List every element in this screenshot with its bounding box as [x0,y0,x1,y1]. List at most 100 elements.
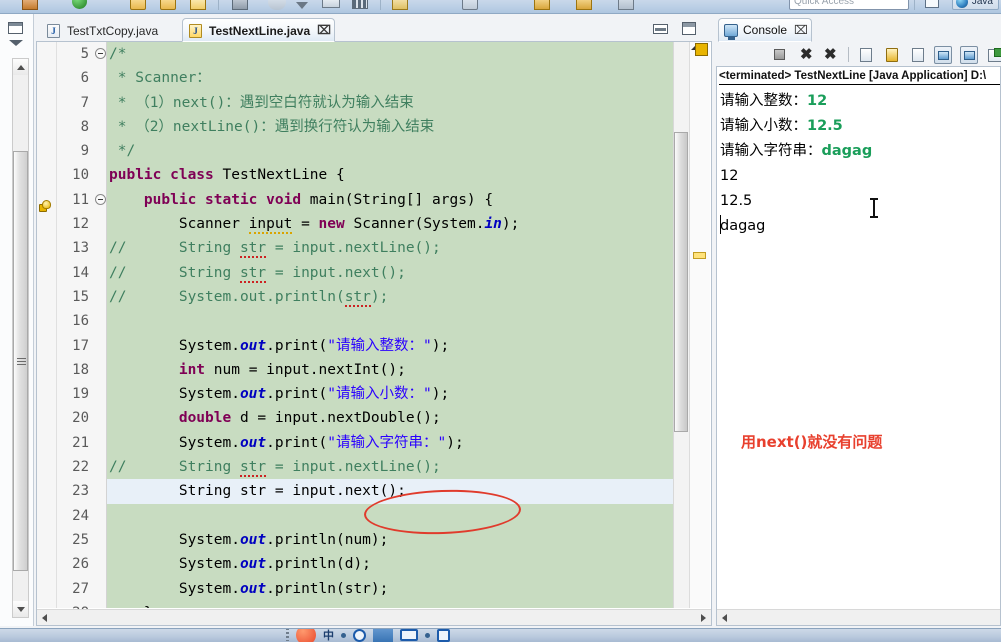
open-folder-icon[interactable] [130,0,146,10]
scroll-down-arrow-icon[interactable] [13,601,28,617]
open-perspective-icon[interactable] [925,0,939,8]
code-token: System. [109,531,240,548]
maximize-icon[interactable] [682,22,696,35]
scroll-up-arrow-icon[interactable] [13,59,28,75]
code-line[interactable] [107,309,691,333]
annotation-ruler[interactable] [37,42,57,608]
ime-punctuation-icon[interactable] [353,629,366,642]
terminate-icon[interactable] [774,49,785,60]
ime-settings-icon[interactable] [437,629,450,642]
ime-toolbox-icon[interactable] [373,629,393,642]
code-line-current[interactable]: String str = input.next(); [107,479,691,504]
code-line[interactable]: double d = input.nextDouble(); [107,406,691,430]
forward-icon[interactable] [618,0,634,10]
overview-warning-marker[interactable] [693,252,706,259]
fold-collapse-icon[interactable] [95,48,106,59]
table-icon[interactable] [352,0,368,9]
code-line[interactable]: System.out.println(num); [107,528,691,552]
scrollbar-thumb[interactable] [13,151,28,571]
console-output-area[interactable]: <terminated> TestNextLine [Java Applicat… [716,66,1001,626]
close-icon[interactable]: ⌧ [794,24,808,36]
ime-logo-icon[interactable] [296,629,316,642]
code-line[interactable]: System.out.println(d); [107,552,691,576]
scroll-left-arrow-icon[interactable] [717,610,733,625]
editor-tab-testtxtcopy[interactable]: J TestTxtCopy.java [40,18,167,42]
clear-console-icon[interactable] [860,48,872,62]
scrollbar-thumb[interactable] [674,132,688,432]
quick-access-input[interactable]: Quick Access [789,0,909,10]
code-line[interactable]: public class TestNextLine { [107,163,691,187]
code-line[interactable]: // String str = input.next(); [107,261,691,285]
code-line[interactable]: * （1）next()：遇到空白符就认为输入结束 [107,91,691,115]
code-line[interactable]: // String str = input.nextLine(); [107,455,691,479]
new-java-class-icon[interactable] [190,0,206,10]
scroll-lock-icon[interactable] [886,48,898,62]
search-icon[interactable] [392,0,408,10]
console-horizontal-scrollbar[interactable] [717,609,1000,625]
code-line[interactable]: } [107,601,691,608]
folding-ruler[interactable] [93,42,107,608]
ime-mode-label[interactable]: 中 [323,629,334,642]
java-source-editor[interactable]: 5 6 7 8 9 10 11 12 13 14 15 16 17 18 19 20 21 22 23 24 25 26 2… [36,42,712,626]
display-selected-console-icon[interactable] [960,46,978,64]
code-token: System. [109,337,240,354]
editor-tab-testnextline[interactable]: J TestNextLine.java ⌧ [182,18,336,42]
tab-console[interactable]: Console ⌧ [718,18,813,42]
fold-collapse-icon[interactable] [95,193,106,205]
toolbar-separator-3 [914,0,915,10]
code-line[interactable]: System.out.print("请输入字符串："); [107,431,691,455]
run-last-icon[interactable] [268,0,286,10]
remove-launch-icon[interactable]: ✖ [800,47,816,63]
scroll-right-arrow-icon[interactable] [695,610,711,625]
run-dropdown-icon[interactable] [296,2,308,9]
code-line[interactable]: System.out.print("请输入整数："); [107,334,691,358]
toggle-mark-occurrences-icon[interactable] [695,43,708,56]
close-icon[interactable]: ⌧ [317,24,331,36]
left-scrollbar[interactable] [12,58,29,618]
show-console-on-output-icon[interactable] [912,48,924,62]
source-code-text[interactable]: /* * Scanner： * （1）next()：遇到空白符就认为输入结束 *… [107,42,691,608]
scroll-left-arrow-icon[interactable] [37,610,53,625]
save-icon[interactable] [22,0,38,10]
code-token: Scanner [109,216,249,233]
code-line[interactable]: // String str = input.nextLine(); [107,236,691,260]
code-line[interactable]: /* [107,42,691,66]
code-line[interactable]: * Scanner： [107,66,691,90]
code-token: public static void [143,191,302,208]
console-output-text[interactable]: 请输入整数：12 请输入小数：12.5 请输入字符串：dagag 12 12.5 daga… [720,89,999,239]
code-token: .println(str); [266,580,389,597]
editor-horizontal-scrollbar[interactable] [37,609,711,625]
overview-ruler[interactable] [689,42,710,608]
ime-dot-icon-2[interactable] [425,632,430,638]
pin-console-icon[interactable] [934,46,952,64]
console-tab-bar: Console ⌧ [716,16,1001,42]
code-line[interactable]: Scanner input = new Scanner(System.in); [107,212,691,236]
back-icon[interactable] [462,0,478,10]
run-icon[interactable] [72,0,87,9]
warning-marker-icon[interactable] [39,199,54,214]
editor-vertical-scrollbar[interactable] [673,42,689,608]
remove-all-terminated-icon[interactable]: ✖ [824,47,840,63]
code-line[interactable]: */ [107,139,691,163]
restore-view-icon[interactable] [8,22,23,34]
code-line[interactable]: public static void main(String[] args) { [107,188,691,212]
next-annotation-icon[interactable] [534,0,550,10]
debug-icon[interactable] [232,0,248,10]
ime-dot-icon[interactable] [341,632,346,638]
ime-keyboard-icon[interactable] [400,629,418,641]
open-console-icon[interactable] [988,48,1001,62]
code-line[interactable]: int num = input.nextInt(); [107,358,691,382]
ime-language-bar[interactable]: 中 [286,629,450,642]
previous-annotation-icon[interactable] [576,0,592,10]
code-line[interactable]: System.out.println(str); [107,577,691,601]
code-line[interactable] [107,504,691,528]
ime-drag-handle-icon[interactable] [286,629,289,641]
code-line[interactable]: * （2）nextLine()：遇到换行符认为输入结束 [107,115,691,139]
view-menu-icon[interactable] [9,40,23,46]
new-folder-icon[interactable] [160,0,176,10]
external-tools-icon[interactable] [322,0,340,8]
code-line[interactable]: System.out.print("请输入小数："); [107,382,691,406]
minimize-icon[interactable] [653,24,668,34]
perspective-java-button[interactable]: Java [951,0,999,10]
code-line[interactable]: // System.out.println(str); [107,285,691,309]
